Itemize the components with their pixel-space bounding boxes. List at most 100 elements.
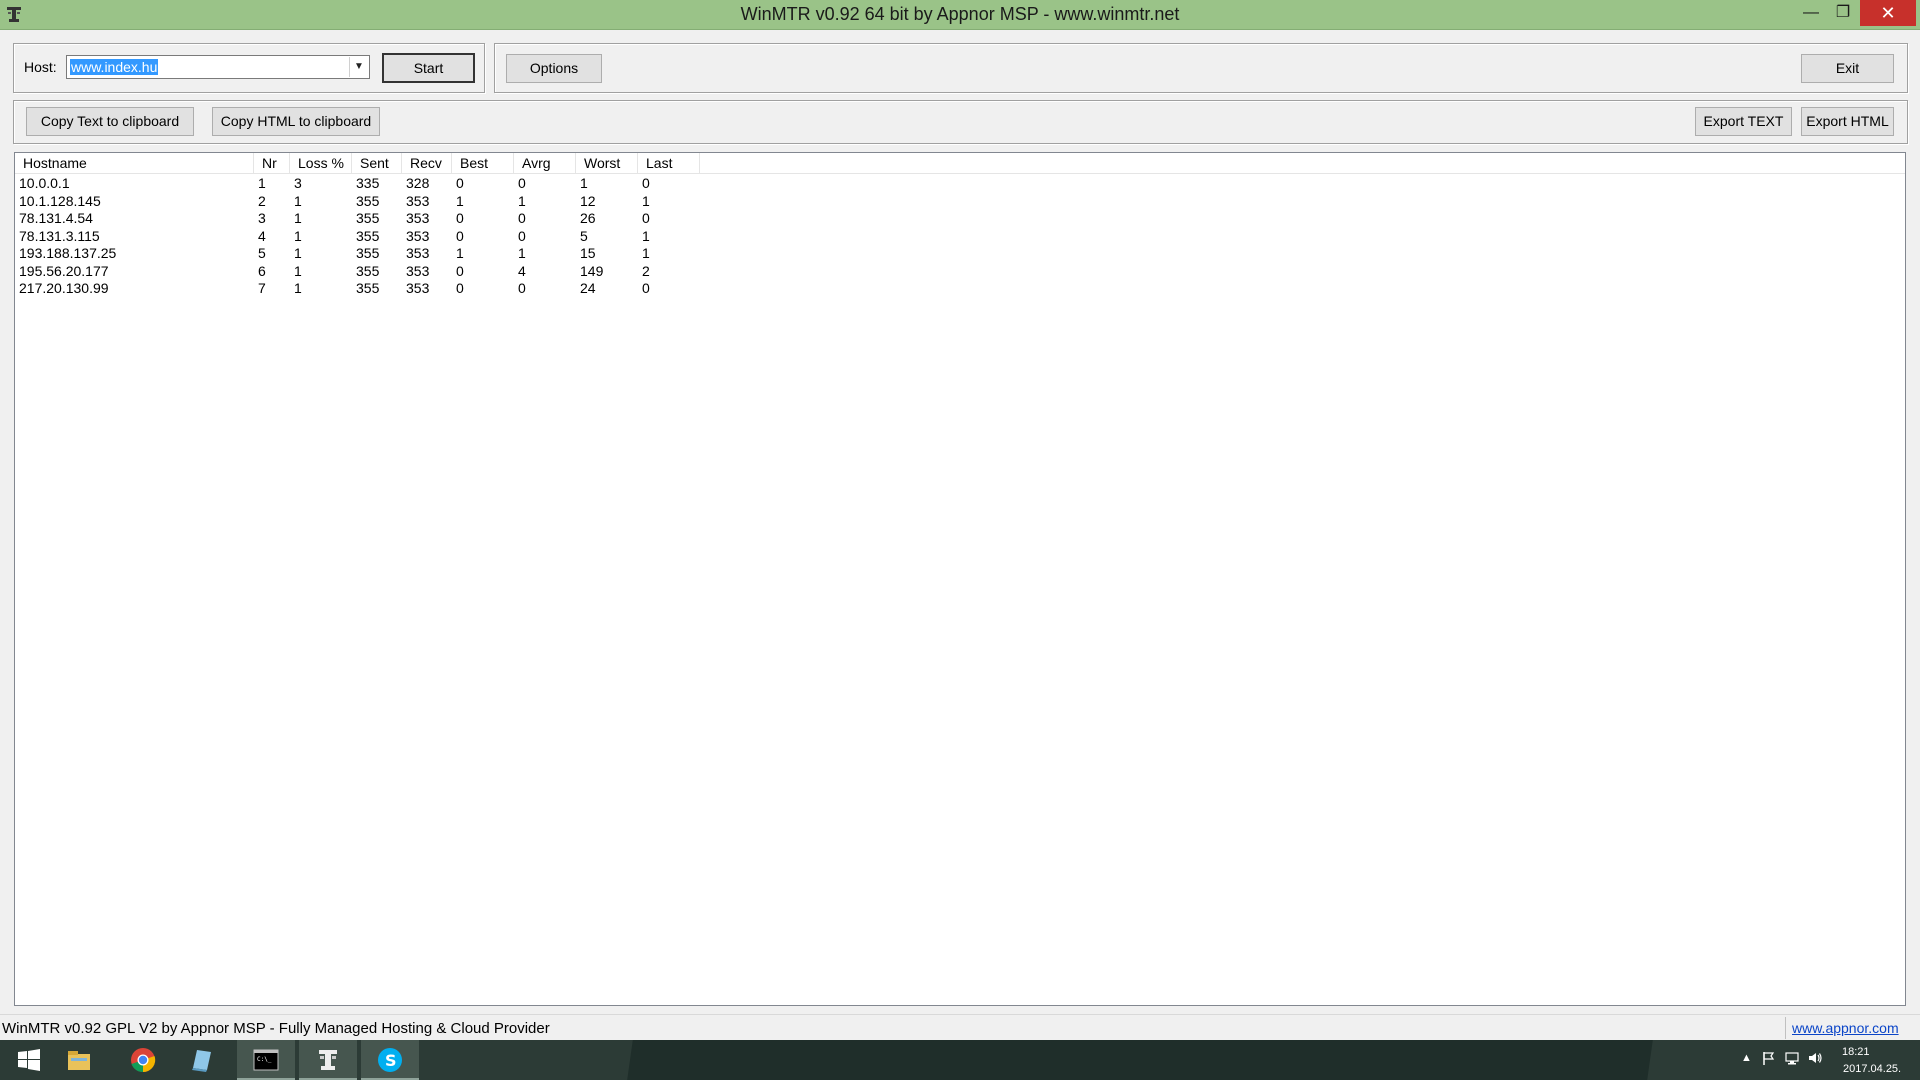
column-header-recv[interactable]: Recv bbox=[402, 153, 452, 173]
window-title: WinMTR v0.92 64 bit by Appnor MSP - www.… bbox=[740, 4, 1180, 24]
taskbar: C:\_ S bbox=[0, 1040, 1920, 1080]
taskbar-file-explorer[interactable] bbox=[50, 1040, 108, 1080]
column-header-nr[interactable]: Nr bbox=[254, 153, 290, 173]
cell-recv: 353 bbox=[406, 280, 430, 296]
cell-loss: 1 bbox=[294, 262, 302, 279]
restore-button[interactable]: ❐ bbox=[1828, 0, 1858, 26]
cell-nr: 3 bbox=[258, 210, 266, 226]
cell-last: 1 bbox=[642, 192, 650, 209]
cell-nr: 2 bbox=[258, 192, 266, 209]
taskbar-skype[interactable]: S bbox=[361, 1040, 419, 1080]
cell-avrg: 4 bbox=[518, 262, 526, 279]
cell-recv: 328 bbox=[406, 175, 430, 191]
table-row[interactable]: 10.0.0.1 1 3 335 328 0 0 1 0 bbox=[15, 175, 715, 192]
host-label: Host: bbox=[24, 59, 57, 75]
column-header-hostname[interactable]: Hostname bbox=[15, 153, 254, 173]
cell-last: 0 bbox=[642, 175, 650, 191]
table-row[interactable]: 217.20.130.99 7 1 355 353 0 0 24 0 bbox=[15, 280, 715, 297]
close-button[interactable]: ✕ bbox=[1860, 0, 1916, 26]
start-windows-icon[interactable] bbox=[15, 1046, 43, 1074]
winmtr-icon[interactable] bbox=[314, 1046, 342, 1074]
minimize-button[interactable]: — bbox=[1796, 0, 1826, 26]
show-hidden-icons-chevron-icon[interactable]: ▲ bbox=[1741, 1052, 1752, 1064]
results-table[interactable]: Hostname Nr Loss % Sent Recv Best Avrg W… bbox=[14, 152, 1906, 1006]
clock-date[interactable]: 2017.04.25. bbox=[1843, 1063, 1901, 1075]
taskbar-chrome[interactable] bbox=[114, 1040, 172, 1080]
cell-avrg: 1 bbox=[518, 192, 526, 209]
dropdown-arrow-icon[interactable]: ▼ bbox=[349, 57, 368, 77]
cell-sent: 355 bbox=[356, 245, 380, 261]
cell-last: 1 bbox=[642, 245, 650, 261]
command-prompt-icon[interactable]: C:\_ bbox=[252, 1046, 280, 1074]
options-button[interactable]: Options bbox=[506, 54, 602, 83]
status-bar: WinMTR v0.92 GPL V2 by Appnor MSP - Full… bbox=[0, 1014, 1920, 1041]
cell-best: 0 bbox=[456, 210, 464, 226]
cell-loss: 1 bbox=[294, 227, 302, 244]
column-header-sent[interactable]: Sent bbox=[352, 153, 402, 173]
cell-sent: 355 bbox=[356, 280, 380, 296]
copy-html-button[interactable]: Copy HTML to clipboard bbox=[212, 107, 380, 136]
table-row[interactable]: 10.1.128.145 2 1 355 353 1 1 12 1 bbox=[15, 193, 715, 210]
cell-best: 1 bbox=[456, 245, 464, 261]
cell-worst: 149 bbox=[580, 262, 604, 279]
status-divider bbox=[1785, 1017, 1786, 1039]
cell-sent: 355 bbox=[356, 210, 380, 226]
cell-nr: 1 bbox=[258, 175, 266, 191]
column-header-best[interactable]: Best bbox=[452, 153, 514, 173]
chrome-icon[interactable] bbox=[129, 1046, 157, 1074]
table-row[interactable]: 78.131.4.54 3 1 355 353 0 0 26 0 bbox=[15, 210, 715, 227]
cell-hostname: 193.188.137.25 bbox=[19, 245, 117, 261]
svg-text:C:\_: C:\_ bbox=[257, 1056, 272, 1063]
column-header-loss[interactable]: Loss % bbox=[290, 153, 352, 173]
export-text-button[interactable]: Export TEXT bbox=[1695, 107, 1792, 136]
start-button[interactable]: Start bbox=[382, 53, 475, 83]
cell-hostname: 10.0.0.1 bbox=[19, 175, 70, 191]
copy-text-button[interactable]: Copy Text to clipboard bbox=[26, 107, 194, 136]
cell-sent: 355 bbox=[356, 192, 380, 209]
cell-worst: 1 bbox=[580, 175, 588, 191]
cell-recv: 353 bbox=[406, 210, 430, 226]
taskbar-background-shade bbox=[627, 1040, 1653, 1080]
network-icon[interactable] bbox=[1784, 1050, 1800, 1066]
taskbar-winmtr[interactable] bbox=[299, 1040, 357, 1080]
status-text: WinMTR v0.92 GPL V2 by Appnor MSP - Full… bbox=[2, 1020, 550, 1037]
cell-recv: 353 bbox=[406, 227, 430, 244]
cell-worst: 15 bbox=[580, 245, 596, 261]
table-row[interactable]: 78.131.3.115 4 1 355 353 0 0 5 1 bbox=[15, 228, 715, 245]
cell-hostname: 10.1.128.145 bbox=[19, 192, 101, 209]
cell-last: 0 bbox=[642, 280, 650, 296]
taskbar-notepad[interactable] bbox=[172, 1040, 230, 1080]
cell-hostname: 217.20.130.99 bbox=[19, 280, 109, 296]
export-html-button[interactable]: Export HTML bbox=[1801, 107, 1894, 136]
taskbar-command-prompt[interactable]: C:\_ bbox=[237, 1040, 295, 1080]
cell-loss: 1 bbox=[294, 210, 302, 226]
cell-sent: 355 bbox=[356, 227, 380, 244]
skype-icon[interactable]: S bbox=[376, 1046, 404, 1074]
clock-time[interactable]: 18:21 bbox=[1842, 1046, 1870, 1058]
cell-avrg: 0 bbox=[518, 280, 526, 296]
column-header-last[interactable]: Last bbox=[638, 153, 700, 173]
file-explorer-icon[interactable] bbox=[65, 1046, 93, 1074]
cell-worst: 24 bbox=[580, 280, 596, 296]
cell-loss: 1 bbox=[294, 192, 302, 209]
cell-avrg: 0 bbox=[518, 175, 526, 191]
appnor-link[interactable]: www.appnor.com bbox=[1792, 1020, 1899, 1036]
table-row[interactable]: 193.188.137.25 5 1 355 353 1 1 15 1 bbox=[15, 245, 715, 262]
column-header-worst[interactable]: Worst bbox=[576, 153, 638, 173]
cell-hostname: 78.131.3.115 bbox=[19, 227, 100, 244]
cell-loss: 1 bbox=[294, 245, 302, 261]
cell-recv: 353 bbox=[406, 192, 430, 209]
volume-speaker-icon[interactable] bbox=[1807, 1050, 1823, 1066]
cell-nr: 5 bbox=[258, 245, 266, 261]
action-center-flag-icon[interactable] bbox=[1761, 1050, 1777, 1066]
table-row[interactable]: 195.56.20.177 6 1 355 353 0 4 149 2 bbox=[15, 263, 715, 280]
notepad-icon[interactable] bbox=[187, 1046, 215, 1074]
options-group bbox=[494, 43, 1908, 93]
title-bar[interactable]: WinMTR v0.92 64 bit by Appnor MSP - www.… bbox=[0, 0, 1920, 30]
cell-best: 0 bbox=[456, 280, 464, 296]
exit-button[interactable]: Exit bbox=[1801, 54, 1894, 83]
cell-loss: 1 bbox=[294, 280, 302, 296]
column-header-avrg[interactable]: Avrg bbox=[514, 153, 576, 173]
host-input-value[interactable]: www.index.hu bbox=[70, 59, 159, 75]
host-combobox[interactable]: www.index.hu ▼ bbox=[66, 55, 370, 79]
